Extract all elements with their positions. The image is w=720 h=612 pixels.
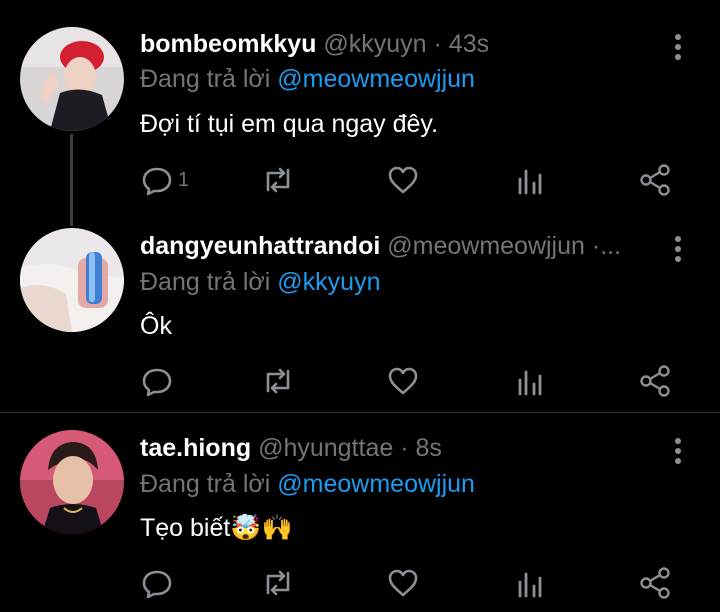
display-name[interactable]: tae.hiong <box>140 434 251 462</box>
avatar[interactable] <box>20 27 124 131</box>
replying-to-label: Đang trả lời <box>140 65 278 93</box>
more-icon[interactable] <box>666 32 690 62</box>
replying-to: Đang trả lời @meowmeowjjun <box>140 470 475 499</box>
replying-to: Đang trả lời @meowmeowjjun <box>140 65 475 94</box>
action-bar <box>140 565 680 601</box>
share-icon <box>638 364 672 398</box>
tweet-text: Tẹo biết🤯🙌 <box>140 514 293 542</box>
like-button[interactable] <box>386 565 420 601</box>
tweet-header: tae.hiong @hyungttae · 8s <box>140 434 660 463</box>
avatar[interactable] <box>20 430 124 534</box>
like-icon <box>386 364 420 398</box>
reply-count: 1 <box>178 168 190 191</box>
tweet-header: dangyeunhattrandoi @meowmeowjjun ·... <box>140 232 660 261</box>
action-bar: 1 <box>140 162 680 198</box>
share-icon <box>638 163 672 197</box>
reply-icon <box>140 566 174 600</box>
like-icon <box>386 163 420 197</box>
analytics-icon <box>514 364 546 398</box>
tweet[interactable]: bombeomkkyu @kkyuyn · 43s Đang trả lời @… <box>0 0 720 226</box>
replying-to-label: Đang trả lời <box>140 470 278 498</box>
tweet[interactable]: tae.hiong @hyungttae · 8s Đang trả lời @… <box>0 402 720 612</box>
retweet-button[interactable] <box>260 363 296 399</box>
analytics-icon <box>514 163 546 197</box>
mention-link[interactable]: @meowmeowjjun <box>277 470 475 498</box>
tweet[interactable]: dangyeunhattrandoi @meowmeowjjun ·... Đa… <box>0 200 720 412</box>
action-bar <box>140 363 680 399</box>
share-button[interactable] <box>638 565 672 601</box>
retweet-button[interactable] <box>260 162 296 198</box>
like-icon <box>386 566 420 600</box>
reply-icon <box>140 163 174 197</box>
avatar[interactable] <box>20 228 124 332</box>
like-button[interactable] <box>386 363 420 399</box>
handle-time: @hyungttae · 8s <box>258 434 442 462</box>
mention-link[interactable]: @meowmeowjjun <box>277 65 475 93</box>
display-name[interactable]: dangyeunhattrandoi <box>140 232 380 260</box>
reply-button[interactable] <box>140 565 174 601</box>
more-icon[interactable] <box>666 234 690 264</box>
more-icon[interactable] <box>666 436 690 466</box>
retweet-icon <box>260 163 296 197</box>
retweet-button[interactable] <box>260 565 296 601</box>
handle-time: @meowmeowjjun ·... <box>387 232 622 260</box>
retweet-icon <box>260 566 296 600</box>
display-name[interactable]: bombeomkkyu <box>140 30 316 58</box>
retweet-icon <box>260 364 296 398</box>
analytics-button[interactable] <box>514 162 546 198</box>
analytics-icon <box>514 566 546 600</box>
tweet-text: Ôk <box>140 312 172 340</box>
tweet-text: Đợi tí tụi em qua ngay đêy. <box>140 110 439 138</box>
analytics-button[interactable] <box>514 565 546 601</box>
handle-time: @kkyuyn · 43s <box>323 30 490 58</box>
reply-button[interactable]: 1 <box>140 162 189 198</box>
mention-link[interactable]: @kkyuyn <box>277 268 380 296</box>
replying-to: Đang trả lời @kkyuyn <box>140 268 380 297</box>
share-button[interactable] <box>638 162 672 198</box>
reply-icon <box>140 364 174 398</box>
reply-button[interactable] <box>140 363 174 399</box>
share-icon <box>638 566 672 600</box>
like-button[interactable] <box>386 162 420 198</box>
replying-to-label: Đang trả lời <box>140 268 278 296</box>
share-button[interactable] <box>638 363 672 399</box>
tweet-header: bombeomkkyu @kkyuyn · 43s <box>140 30 660 59</box>
analytics-button[interactable] <box>514 363 546 399</box>
